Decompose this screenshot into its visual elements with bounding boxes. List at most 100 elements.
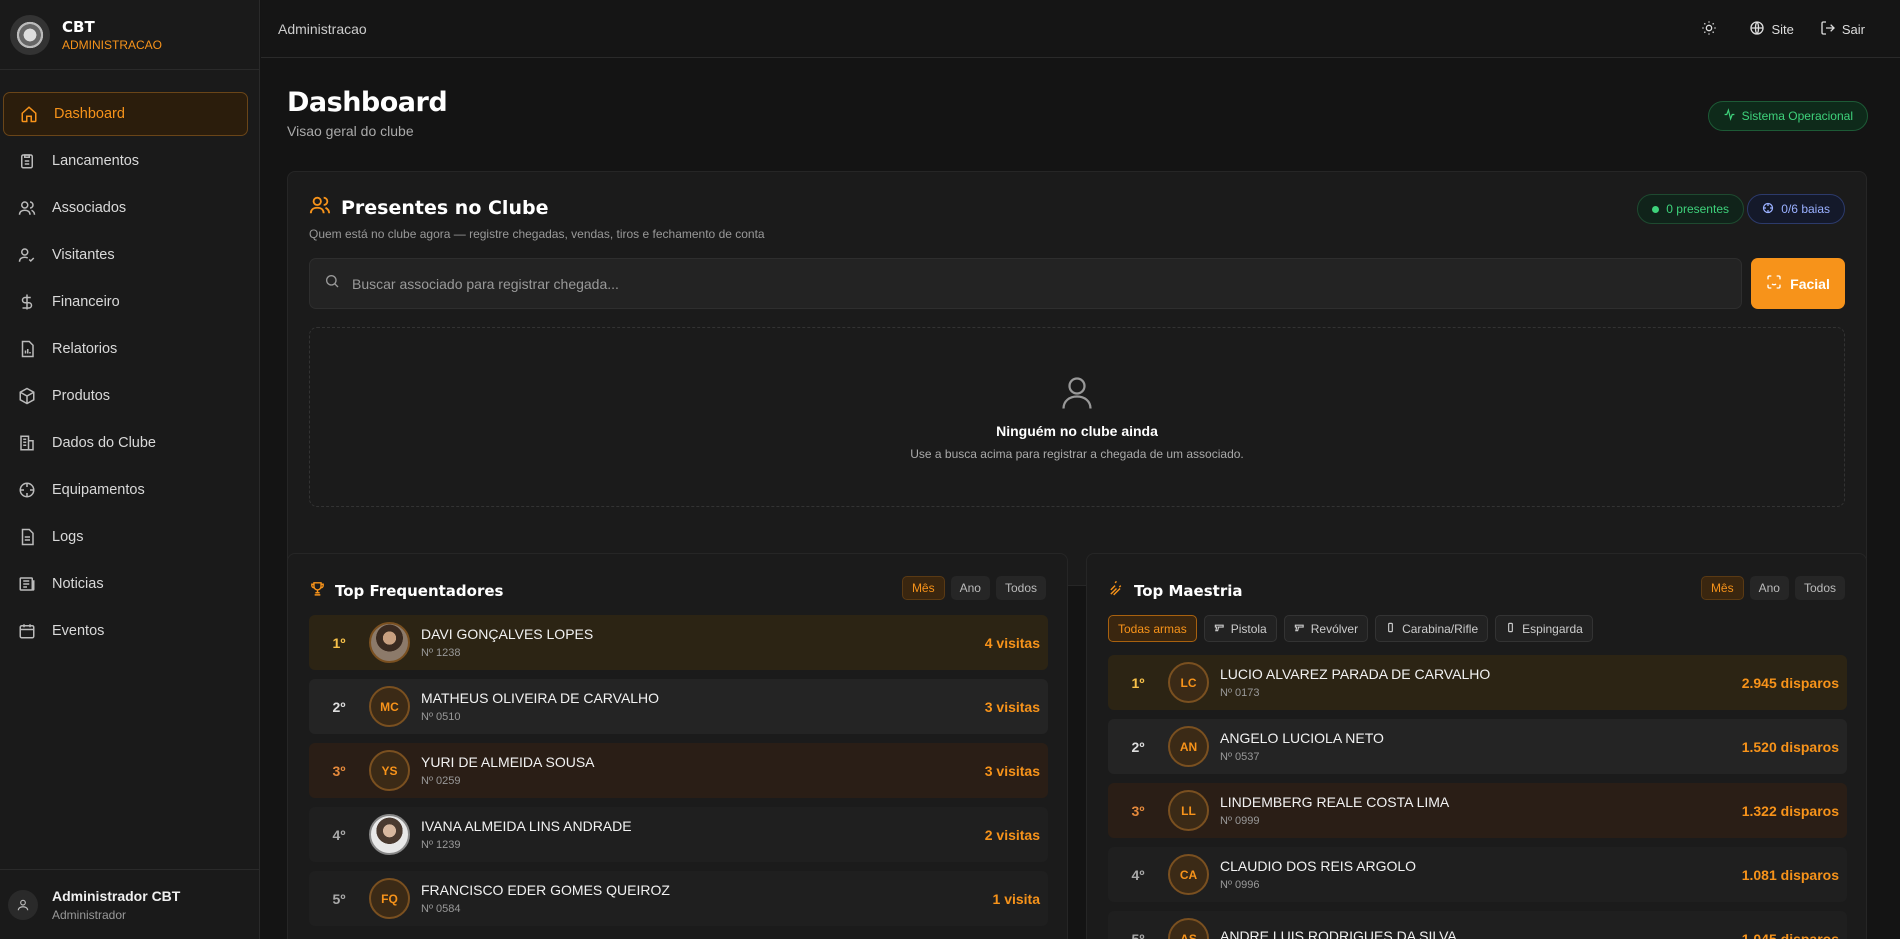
- home-icon: [19, 104, 39, 124]
- member-number: Nº 1239: [421, 839, 461, 851]
- user-check-icon: [17, 245, 37, 265]
- sidebar-item-visitantes[interactable]: Visitantes: [2, 233, 257, 277]
- page-title: Dashboard: [287, 87, 448, 118]
- sidebar-item-dados-do-clube[interactable]: Dados do Clube: [2, 421, 257, 465]
- file-icon: [17, 527, 37, 547]
- member-number: Nº 0510: [421, 711, 461, 723]
- trophy-icon: [309, 580, 326, 601]
- ranking-row[interactable]: 5º AS ANDRE LUIS RODRIGUES DA SILVA 1.04…: [1108, 911, 1847, 939]
- ranking-row[interactable]: 3º YS YURI DE ALMEIDA SOUSA Nº 0259 3 vis…: [309, 743, 1048, 798]
- member-name: FRANCISCO EDER GOMES QUEIROZ: [421, 882, 670, 898]
- member-number: Nº 0537: [1220, 751, 1260, 763]
- face-scan-icon: [1766, 274, 1782, 293]
- brand-subtitle: ADMINISTRACAO: [62, 37, 163, 52]
- sidebar-item-eventos[interactable]: Eventos: [2, 609, 257, 653]
- period-month-button[interactable]: Mês: [1700, 576, 1744, 600]
- filter-revolver[interactable]: Revólver: [1283, 615, 1369, 642]
- rank-position: 4º: [332, 826, 346, 843]
- period-month-button[interactable]: Mês: [901, 576, 945, 600]
- sidebar-item-lancamentos[interactable]: Lancamentos: [2, 139, 257, 183]
- member-number: Nº 0584: [421, 903, 461, 915]
- ranking-row[interactable]: 3º LL LINDEMBERG REALE COSTA LIMA Nº 0999…: [1108, 783, 1847, 838]
- bays-label: 0/6 baias: [1781, 202, 1830, 216]
- site-label: Site: [1771, 21, 1794, 37]
- ranking-row[interactable]: 2º MC MATHEUS OLIVEIRA DE CARVALHO Nº 051…: [309, 679, 1048, 734]
- sidebar-nav: Dashboard Lancamentos Associados Visitan…: [0, 70, 259, 653]
- member-name: CLAUDIO DOS REIS ARGOLO: [1220, 858, 1417, 874]
- ranking-row[interactable]: 4º CA CLAUDIO DOS REIS ARGOLO Nº 0996 1.0…: [1108, 847, 1847, 902]
- filter-label: Carabina/Rifle: [1402, 621, 1479, 636]
- sidebar-item-logs[interactable]: Logs: [2, 515, 257, 559]
- sidebar-item-relatorios[interactable]: Relatorios: [2, 327, 257, 371]
- ranking-row[interactable]: 4º IVANA ALMEIDA LINS ANDRADE Nº 1239 2 v…: [309, 807, 1048, 862]
- rank-position: 5º: [1131, 930, 1145, 939]
- rank-position: 1º: [332, 634, 346, 651]
- sidebar-item-label: Dados do Clube: [52, 435, 156, 451]
- member-avatar: CA: [1168, 854, 1209, 895]
- sidebar-item-label: Associados: [52, 200, 127, 216]
- topbar: Administracao Site Sair: [261, 0, 1900, 58]
- sidebar-item-dashboard[interactable]: Dashboard: [3, 92, 248, 136]
- status-dot-icon: [1652, 205, 1660, 213]
- calendar-icon: [17, 621, 37, 641]
- sidebar-item-label: Eventos: [52, 623, 105, 639]
- member-search[interactable]: [309, 258, 1742, 309]
- member-search-input[interactable]: [352, 275, 1702, 292]
- top-frequent-title-text: Top Frequentadores: [335, 581, 504, 600]
- shot-count: 1.045 disparos: [1741, 930, 1839, 939]
- present-title-text: Presentes no Clube: [341, 196, 549, 219]
- sidebar-item-label: Equipamentos: [52, 482, 145, 498]
- ranking-row[interactable]: 1º DAVI GONÇALVES LOPES Nº 1238 4 visitas: [309, 615, 1048, 670]
- sidebar-item-financeiro[interactable]: Financeiro: [2, 280, 257, 324]
- user-profile[interactable]: Administrador CBT Administrador: [0, 869, 259, 939]
- ranking-row[interactable]: 1º LC LUCIO ALVAREZ PARADA DE CARVALHO Nº…: [1108, 655, 1847, 710]
- logout-label: Sair: [1841, 21, 1865, 37]
- user-name: Administrador CBT: [52, 887, 181, 904]
- facial-label: Facial: [1790, 275, 1830, 292]
- shot-count: 2.945 disparos: [1741, 674, 1839, 691]
- brand[interactable]: CBT ADMINISTRACAO: [0, 0, 259, 70]
- present-count-badge: 0 presentes: [1637, 194, 1744, 224]
- member-name: DAVI GONÇALVES LOPES: [421, 626, 594, 642]
- top-frequent-card: Top Frequentadores Mês Ano Todos 1º DAVI…: [287, 553, 1068, 939]
- filter-label: Espingarda: [1522, 621, 1583, 636]
- rank-position: 2º: [1131, 738, 1145, 755]
- filter-rifle[interactable]: Carabina/Rifle: [1375, 615, 1489, 642]
- visit-count: 4 visitas: [984, 634, 1040, 651]
- ranking-row[interactable]: 2º AN ANGELO LUCIOLA NETO Nº 0537 1.520 d…: [1108, 719, 1847, 774]
- sidebar-item-label: Visitantes: [52, 247, 115, 263]
- period-all-button[interactable]: Todos: [1794, 576, 1845, 600]
- sidebar-item-equipamentos[interactable]: Equipamentos: [2, 468, 257, 512]
- activity-icon: [1723, 108, 1736, 124]
- sidebar-item-label: Logs: [52, 529, 84, 545]
- member-number: Nº 0259: [421, 775, 461, 787]
- logout-button[interactable]: Sair: [1820, 20, 1865, 39]
- user-avatar-icon: [8, 889, 38, 920]
- theme-toggle-button[interactable]: [1701, 20, 1723, 39]
- period-year-button[interactable]: Ano: [950, 576, 990, 600]
- sidebar-item-associados[interactable]: Associados: [2, 186, 257, 230]
- shot-count: 1.322 disparos: [1741, 802, 1839, 819]
- filter-label: Pistola: [1230, 621, 1267, 636]
- facial-recognition-button[interactable]: Facial: [1751, 258, 1845, 309]
- sidebar-item-produtos[interactable]: Produtos: [2, 374, 257, 418]
- sidebar-item-noticias[interactable]: Noticias: [2, 562, 257, 606]
- member-number: Nº 0999: [1220, 815, 1260, 827]
- filter-all-weapons[interactable]: Todas armas: [1108, 615, 1197, 642]
- bullets-icon: [1108, 580, 1125, 601]
- sidebar: CBT ADMINISTRACAO Dashboard Lancamentos …: [0, 0, 260, 939]
- ranking-row[interactable]: 5º FQ FRANCISCO EDER GOMES QUEIROZ Nº 058…: [309, 871, 1048, 926]
- main-content: Dashboard Visao geral do clube Sistema O…: [261, 59, 1883, 939]
- empty-state: Ninguém no clube ainda Use a busca acima…: [309, 327, 1845, 507]
- period-year-button[interactable]: Ano: [1749, 576, 1789, 600]
- period-all-button[interactable]: Todos: [995, 576, 1046, 600]
- building-icon: [17, 433, 37, 453]
- shotgun-icon: [1505, 622, 1516, 636]
- site-button[interactable]: Site: [1749, 20, 1794, 39]
- filter-shotgun[interactable]: Espingarda: [1495, 615, 1593, 642]
- pistol-icon: [1214, 622, 1225, 636]
- filter-pistol[interactable]: Pistola: [1203, 615, 1277, 642]
- member-number: Nº 1238: [421, 647, 461, 659]
- system-status-label: Sistema Operacional: [1741, 109, 1853, 123]
- rifle-icon: [1385, 622, 1396, 636]
